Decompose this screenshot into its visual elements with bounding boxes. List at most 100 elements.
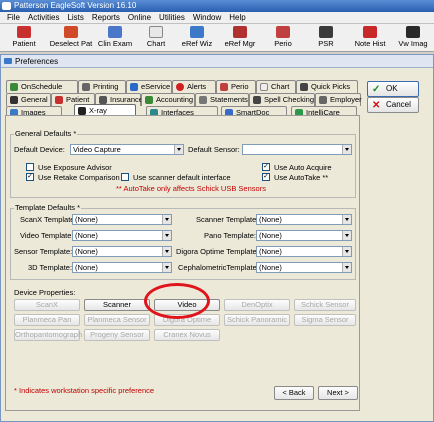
chart-tab-icon	[260, 83, 268, 91]
statements-icon	[199, 96, 207, 104]
planmeca-pan-button[interactable]: Planmeca Pan	[14, 314, 80, 326]
planmeca-sensor-button[interactable]: Planmeca Sensor	[84, 314, 150, 326]
back-button[interactable]: < Back	[274, 386, 314, 400]
x-close-icon: ✕	[372, 100, 381, 111]
use-autotake-checkbox[interactable]: ✓	[262, 173, 270, 181]
default-sensor-select[interactable]	[242, 144, 352, 155]
schick-panoramic-button[interactable]: Schick Panoramic	[224, 314, 290, 326]
use-scanner-default-interface-label: Use scanner default interface	[133, 173, 231, 182]
chevron-down-icon[interactable]	[174, 145, 183, 154]
schick-sensor-button[interactable]: Schick Sensor	[294, 299, 356, 311]
toolbar-perio-button[interactable]: Perio	[262, 24, 304, 51]
tab-printing[interactable]: Printing	[78, 80, 126, 93]
ok-button[interactable]: ✓ OK	[367, 81, 419, 97]
spell-check-icon	[253, 96, 261, 104]
scanner-template-select[interactable]: (None)	[256, 214, 352, 225]
default-device-select[interactable]: Video Capture	[70, 144, 184, 155]
chevron-down-icon[interactable]	[162, 263, 171, 272]
general-defaults-label: General Defaults *	[14, 129, 78, 138]
toolbar-note-hist-button[interactable]: Note Hist	[348, 24, 392, 51]
use-scanner-default-interface-checkbox[interactable]	[121, 173, 129, 181]
psr-icon	[319, 26, 333, 38]
workstation-preference-note: * Indicates workstation specific prefere…	[14, 386, 155, 395]
menu-help[interactable]: Help	[225, 12, 249, 23]
patient-icon	[17, 26, 31, 38]
toolbar-chart-button[interactable]: Chart	[136, 24, 176, 51]
orthopantomograph-button[interactable]: Orthopantomograph	[14, 329, 82, 341]
tab-alerts[interactable]: Alerts	[172, 80, 216, 93]
tab-spell-checking[interactable]: Spell Checking	[249, 93, 315, 106]
alert-icon	[176, 83, 184, 91]
toolbar-eref-mgr-button[interactable]: eRef Mgr	[218, 24, 262, 51]
default-device-label: Default Device:	[14, 145, 65, 154]
chevron-down-icon[interactable]	[342, 215, 351, 224]
toolbar-deselect-button[interactable]: Deselect Pat	[48, 24, 94, 51]
menu-online[interactable]: Online	[124, 12, 155, 23]
chevron-down-icon[interactable]	[162, 215, 171, 224]
tab-onschedule[interactable]: OnSchedule	[6, 80, 78, 93]
use-auto-acquire-checkbox[interactable]: ✓	[262, 163, 270, 171]
scanner-button[interactable]: Scanner	[84, 299, 150, 311]
menu-lists[interactable]: Lists	[63, 12, 87, 23]
toolbar-eref-wiz-button[interactable]: eRef Wiz	[176, 24, 218, 51]
chevron-down-icon[interactable]	[162, 247, 171, 256]
eaglesoft-logo-icon	[2, 2, 11, 10]
tab-eservice[interactable]: eService	[126, 80, 172, 93]
eservice-icon	[130, 83, 138, 91]
progeny-sensor-button[interactable]: Progeny Sensor	[84, 329, 150, 341]
use-retake-comparison-checkbox[interactable]: ✓	[26, 173, 34, 181]
note-history-icon	[363, 26, 377, 38]
pano-template-select[interactable]: (None)	[256, 230, 352, 241]
scanx-template-select[interactable]: (None)	[72, 214, 172, 225]
preferences-title: Preferences	[15, 57, 59, 66]
cranex-novus-button[interactable]: Cranex Novus	[154, 329, 220, 341]
chevron-down-icon[interactable]	[162, 231, 171, 240]
menu-reports[interactable]: Reports	[88, 12, 124, 23]
menu-utilities[interactable]: Utilities	[155, 12, 189, 23]
toolbar-patient-button[interactable]: Patient	[0, 24, 48, 51]
digora-optime-template-select[interactable]: (None)	[256, 246, 352, 257]
menu-window[interactable]: Window	[189, 12, 225, 23]
3d-template-label: 3D Template:	[28, 263, 73, 272]
denoptix-button[interactable]: DenOptix	[224, 299, 290, 311]
use-exposure-advisor-checkbox[interactable]	[26, 163, 34, 171]
sigma-sensor-button[interactable]: Sigma Sensor	[294, 314, 356, 326]
menu-file[interactable]: File	[3, 12, 24, 23]
sensor-template-select[interactable]: (None)	[72, 246, 172, 257]
perio-tab-icon	[220, 83, 228, 91]
3d-template-select[interactable]: (None)	[72, 262, 172, 273]
red-highlight-circle	[144, 283, 210, 319]
chevron-down-icon[interactable]	[342, 247, 351, 256]
device-properties-label: Device Properties:	[14, 288, 76, 297]
toolbar-view-images-button[interactable]: Vw Imag	[392, 24, 434, 51]
patient-tab-icon	[55, 96, 63, 104]
printer-icon	[82, 83, 90, 91]
chart-tooth-icon	[149, 26, 163, 38]
clinical-exam-icon	[108, 26, 122, 38]
pano-template-label: Pano Template:	[204, 231, 256, 240]
use-exposure-advisor-label: Use Exposure Advisor	[38, 163, 112, 172]
chevron-down-icon[interactable]	[342, 231, 351, 240]
toolbar-clin-exam-button[interactable]: Clin Exam	[94, 24, 136, 51]
menu-activities[interactable]: Activities	[24, 12, 64, 23]
tab-general[interactable]: General	[6, 93, 51, 106]
chevron-down-icon[interactable]	[342, 263, 351, 272]
tab-accounting[interactable]: Accounting	[141, 93, 195, 106]
menu-bar: File Activities Lists Reports Online Uti…	[0, 12, 434, 24]
tab-employer[interactable]: Employer	[315, 93, 362, 106]
cancel-button[interactable]: ✕ Cancel	[367, 97, 419, 113]
preferences-window: Preferences OnSchedule Printing eService…	[0, 54, 434, 422]
next-button[interactable]: Next >	[318, 386, 358, 400]
tab-statements[interactable]: Statements	[195, 93, 249, 106]
xray-icon	[78, 107, 86, 115]
tab-perio[interactable]: Perio	[216, 80, 256, 93]
tab-chart[interactable]: Chart	[256, 80, 296, 93]
tab-quick-picks[interactable]: Quick Picks	[296, 80, 358, 93]
eref-wizard-icon	[190, 26, 204, 38]
video-template-select[interactable]: (None)	[72, 230, 172, 241]
scanx-button[interactable]: ScanX	[14, 299, 80, 311]
chevron-down-icon[interactable]	[342, 145, 351, 154]
toolbar-psr-button[interactable]: PSR	[304, 24, 348, 51]
cephalometric-template-select[interactable]: (None)	[256, 262, 352, 273]
app-title-bar: Patterson EagleSoft Version 16.10	[0, 0, 434, 12]
